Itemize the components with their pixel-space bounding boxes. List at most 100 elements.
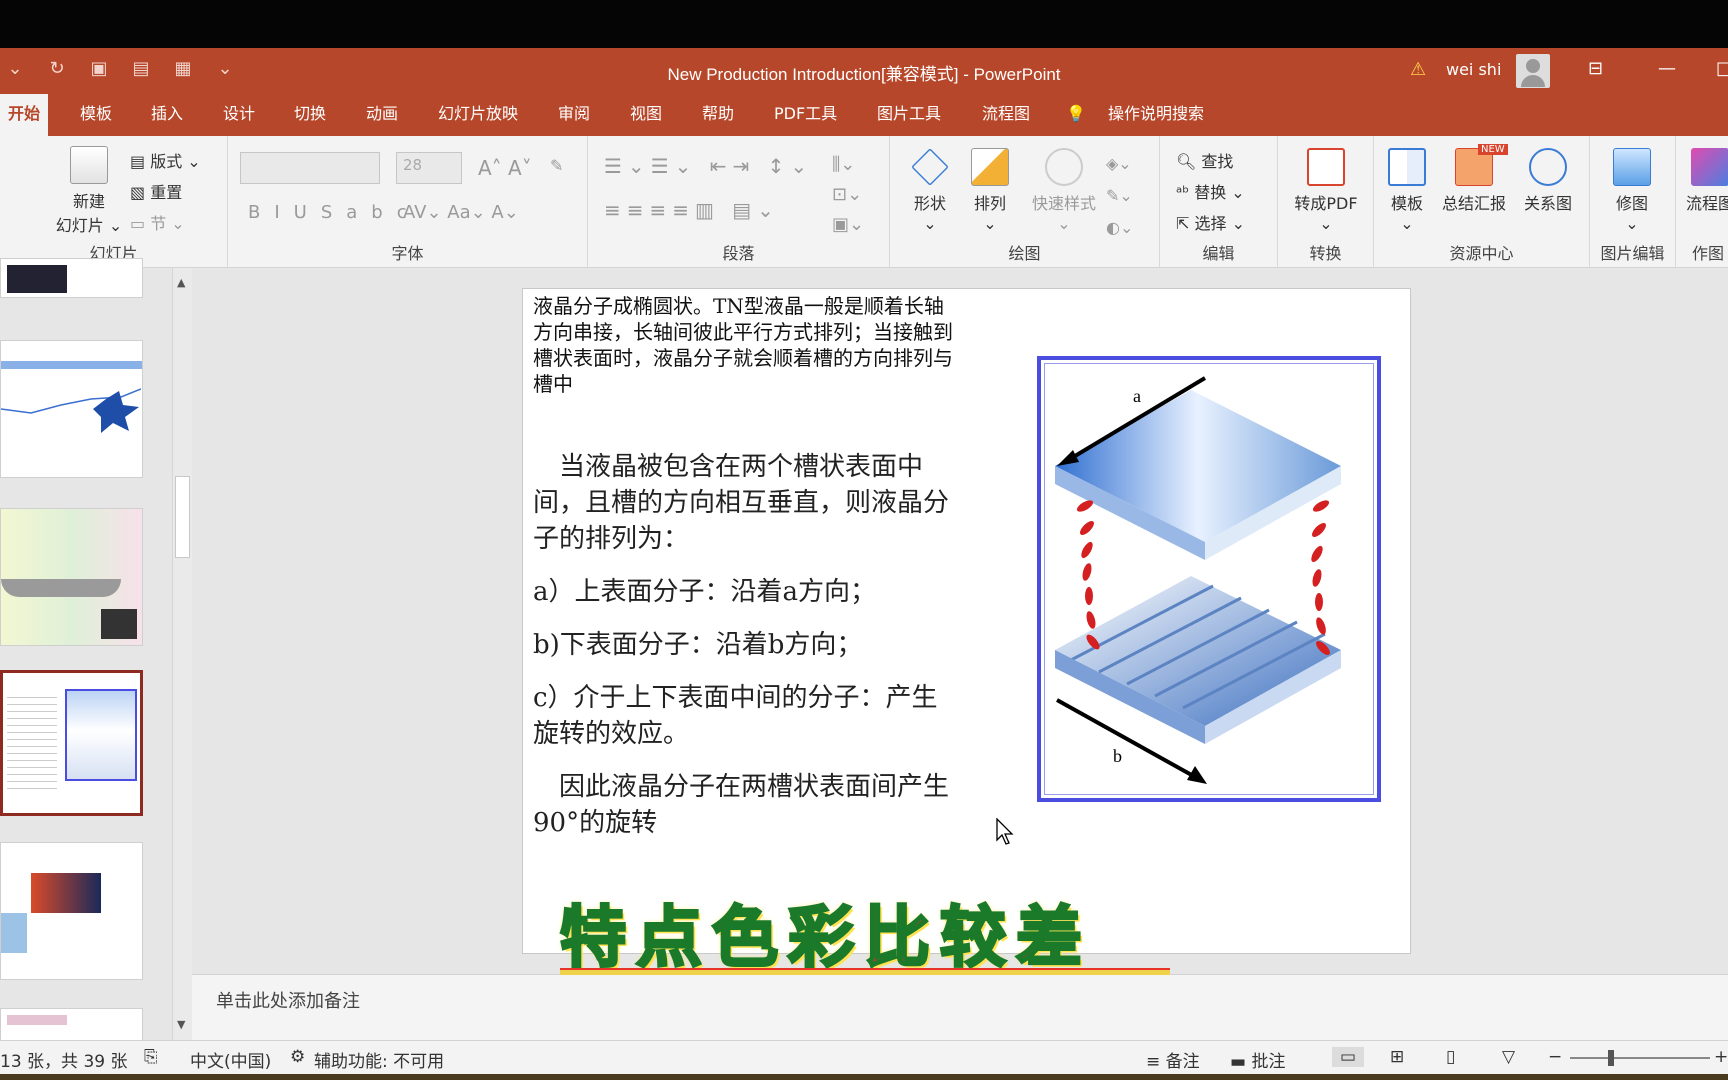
slide-thumbnail[interactable] <box>0 508 143 646</box>
current-slide[interactable]: 液晶分子成椭圆状。TN型液晶一般是顺着长轴方向串接，长轴间彼此平行方式排列；当接… <box>523 289 1410 953</box>
report-button[interactable]: 总结汇报 NEW <box>1436 144 1512 214</box>
slide-top-text[interactable]: 液晶分子成椭圆状。TN型液晶一般是顺着长轴方向串接，长轴间彼此平行方式排列；当接… <box>533 293 953 397</box>
zoom-slider-thumb[interactable] <box>1608 1050 1614 1066</box>
draw-group-label: 作图 <box>1692 244 1725 263</box>
video-caption-overlay: 特点色彩比较差 <box>559 898 1092 978</box>
tab-template[interactable]: 模板 <box>72 94 120 136</box>
text-direction-buttons[interactable]: ⫼⌄ ⊡⌄ ▣⌄ <box>832 150 864 240</box>
tab-flowchart[interactable]: 流程图 <box>974 94 1038 136</box>
shape-label: 形状 <box>913 194 946 213</box>
arrange-label: 排列 <box>973 194 1006 213</box>
select-label: 选择 <box>1194 214 1227 233</box>
scroll-thumb[interactable] <box>175 476 190 558</box>
ribbon-display-icon[interactable]: ⊟ <box>1588 58 1603 79</box>
accessibility-status[interactable]: 辅助功能: 不可用 <box>314 1047 444 1072</box>
reset-button[interactable]: ▧ 重置 <box>130 179 182 203</box>
tab-help[interactable]: 帮助 <box>694 94 742 136</box>
list-indent-buttons[interactable]: ☰⌄☰⌄ ⇤⇥ ↕⌄ <box>604 154 813 178</box>
zoom-slider[interactable] <box>1570 1050 1710 1066</box>
alignment-buttons[interactable]: ≡≡≡≡▥ ▤⌄ <box>604 198 780 222</box>
quick-style-button[interactable]: 快速样式 ⌄ <box>1024 148 1104 233</box>
notes-toggle[interactable]: ≡ 备注 <box>1146 1047 1200 1072</box>
shape-button[interactable]: 形状 ⌄ <box>904 148 956 233</box>
notes-placeholder[interactable]: 单击此处添加备注 <box>216 987 360 1013</box>
layout-button[interactable]: ▤ 版式 ⌄ <box>130 148 201 172</box>
select-button[interactable]: ⇱ 选择 ⌄ <box>1176 210 1245 234</box>
slide-body-text[interactable]: 当液晶被包含在两个槽状表面中间，且槽的方向相互垂直，则液晶分子的排列为： a）上… <box>533 449 963 858</box>
relation-button[interactable]: 关系图 <box>1518 148 1578 214</box>
slide-thumbnail[interactable] <box>0 258 143 298</box>
ribbon-tabs: 开始 模板 插入 设计 切换 动画 幻灯片放映 审阅 视图 帮助 PDF工具 图… <box>0 94 1728 136</box>
lightbulb-icon: 💡 <box>1066 104 1086 123</box>
group-resources: 模板 ⌄ 总结汇报 NEW 关系图 资源中心 <box>1374 136 1590 268</box>
scroll-up-icon[interactable]: ▲ <box>177 276 185 289</box>
slide-thumbnail[interactable] <box>0 842 143 980</box>
minimize-icon[interactable]: — <box>1658 58 1676 79</box>
zoom-in-icon[interactable]: + <box>1714 1047 1728 1067</box>
restore-icon[interactable]: □ <box>1716 58 1728 79</box>
avatar[interactable] <box>1516 54 1550 88</box>
to-pdf-button[interactable]: 转成PDF ⌄ <box>1288 148 1364 233</box>
spellcheck-icon[interactable]: ⎘ <box>144 1047 158 1067</box>
warning-icon[interactable]: ⚠ <box>1410 59 1426 80</box>
paragraph-group-label: 段落 <box>722 244 755 263</box>
template-button[interactable]: 模板 ⌄ <box>1382 148 1432 233</box>
quick-style-icon <box>1045 148 1083 186</box>
comments-toggle[interactable]: ▬ 批注 <box>1230 1047 1285 1072</box>
font-size-field[interactable]: 28 <box>396 152 462 184</box>
section-label: 节 <box>150 214 167 233</box>
relation-label: 关系图 <box>1523 194 1572 213</box>
flowchart-button[interactable]: 流程图 <box>1680 148 1728 214</box>
tab-home[interactable]: 开始 <box>0 94 49 136</box>
clear-format-icon[interactable]: ✎ <box>550 156 563 175</box>
language[interactable]: 中文(中国) <box>190 1047 271 1072</box>
spacing-case-buttons[interactable]: AV⌄ Aa⌄ A⌄ <box>403 202 519 223</box>
reading-view-icon[interactable]: ▯ <box>1446 1047 1455 1067</box>
slide-thumbnails-pane <box>0 258 183 1048</box>
tab-review[interactable]: 审阅 <box>550 94 598 136</box>
tab-design[interactable]: 设计 <box>215 94 263 136</box>
fill-outline-effects[interactable]: ◈⌄ ✎⌄ ◐⌄ <box>1106 148 1133 244</box>
normal-view-icon[interactable]: ▭ <box>1332 1047 1365 1067</box>
slideshow-icon[interactable]: ▽ <box>1502 1047 1515 1067</box>
liquid-crystal-figure[interactable]: a b <box>1037 356 1381 802</box>
tab-view[interactable]: 视图 <box>622 94 670 136</box>
thumb-shape <box>1 913 27 953</box>
accessibility-icon[interactable]: ⚙ <box>290 1047 305 1067</box>
thumb-photo <box>101 609 137 639</box>
replace-button[interactable]: ᵃᵇ 替换 ⌄ <box>1176 179 1245 203</box>
retouch-button[interactable]: 修图 ⌄ <box>1602 148 1662 233</box>
section-button[interactable]: ▭ 节 ⌄ <box>130 210 185 234</box>
tab-insert[interactable]: 插入 <box>143 94 191 136</box>
body-paragraph: a）上表面分子：沿着a方向； <box>533 577 877 607</box>
relation-icon <box>1529 148 1567 186</box>
zoom-out-icon[interactable]: − <box>1548 1047 1562 1067</box>
font-style-buttons[interactable]: BIUSabc <box>248 202 421 223</box>
slide-thumbnail[interactable] <box>0 340 143 478</box>
user-name[interactable]: wei shi <box>1446 60 1501 79</box>
tab-transitions[interactable]: 切换 <box>286 94 334 136</box>
top-plate <box>1055 390 1341 542</box>
slide-count[interactable]: 13 张，共 39 张 <box>0 1047 127 1072</box>
tab-slideshow[interactable]: 幻灯片放映 <box>430 94 526 136</box>
top-black-band <box>0 0 1728 48</box>
grow-font-icon[interactable]: A˄ A˅ <box>478 156 532 180</box>
new-slide-button[interactable]: 新建 幻灯片 ⌄ <box>54 146 124 236</box>
thumbnail-scrollbar[interactable]: ▲ ▼ <box>172 268 192 1040</box>
find-button[interactable]: 🔍︎ 查找 <box>1176 148 1233 172</box>
font-name-field[interactable] <box>240 152 380 184</box>
scroll-down-icon[interactable]: ▼ <box>177 1018 185 1031</box>
tab-picture-tools[interactable]: 图片工具 <box>869 94 949 136</box>
group-font: 28 A˄ A˅ ✎ BIUSabc AV⌄ Aa⌄ A⌄ 字体 <box>228 136 588 268</box>
slide-sorter-icon[interactable]: ⊞ <box>1390 1047 1404 1067</box>
tab-animations[interactable]: 动画 <box>358 94 406 136</box>
arrange-button[interactable]: 排列 ⌄ <box>964 148 1016 233</box>
shape-icon <box>911 148 949 186</box>
thumb-road <box>1 579 121 597</box>
slide-thumbnail-current[interactable] <box>0 670 143 816</box>
tab-pdf-tools[interactable]: PDF工具 <box>766 94 845 136</box>
title-bar: ⌄ ↻ ▣ ▤ ▦ ⌄ New Production Introduction[… <box>0 48 1728 186</box>
notes-pane[interactable]: 单击此处添加备注 <box>192 974 1728 1040</box>
tell-me-search[interactable]: 操作说明搜索 <box>1100 94 1212 136</box>
os-taskbar <box>0 1074 1728 1080</box>
